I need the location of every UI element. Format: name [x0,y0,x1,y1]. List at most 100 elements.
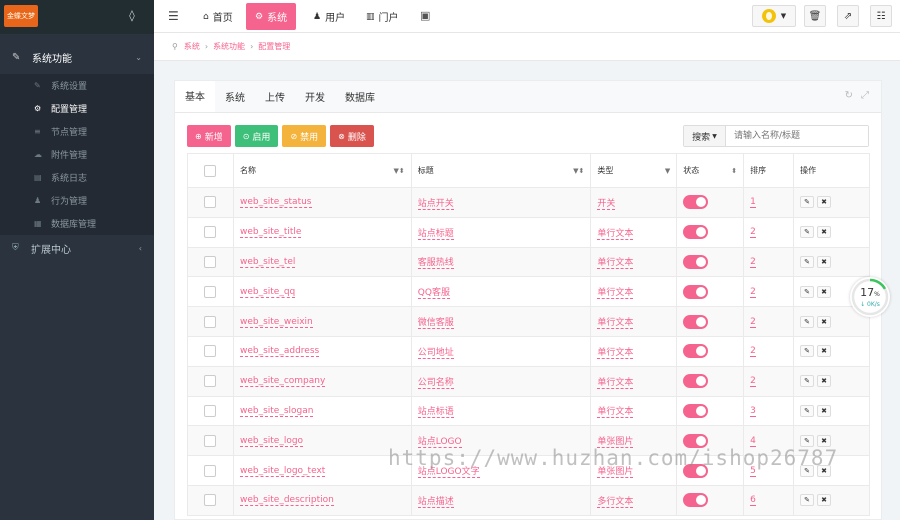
config-title-editable[interactable]: 客服热线 [417,258,454,270]
settings-panel-button[interactable]: ☷ [870,5,892,27]
tab-basic[interactable]: 基本 [175,81,215,112]
row-checkbox[interactable] [204,315,216,328]
open-site-button[interactable]: ⇗ [837,5,859,27]
config-title-editable[interactable]: 公司地址 [417,347,454,359]
fullscreen-icon[interactable]: ⤢ [861,90,869,101]
menu-toggle-icon[interactable]: ☰ [168,9,179,23]
config-name-link[interactable]: web_site_tel [239,256,296,268]
sidebar-group-extension[interactable]: ⛨ 扩展中心 ‹ [0,235,154,261]
sort-icon[interactable]: ⬍ [731,167,737,175]
config-name-link[interactable]: web_site_logo [239,435,304,447]
config-name-link[interactable]: web_site_company [239,376,326,388]
breadcrumb-item[interactable]: 系统功能 [213,41,245,52]
delete-icon[interactable]: ✖ [817,375,832,388]
config-title-editable[interactable]: 站点描述 [417,496,454,508]
logo[interactable]: 金蝶文梦 [4,5,38,27]
grid-icon[interactable]: ▣ [420,9,430,22]
config-name-link[interactable]: web_site_qq [239,286,296,298]
edit-icon[interactable]: ✎ [800,434,815,447]
edit-icon[interactable]: ✎ [800,226,815,239]
disable-button[interactable]: ⊘ 禁用 [282,125,327,147]
delete-icon[interactable]: ✖ [817,255,832,268]
sort-editable[interactable]: 2 [750,286,756,298]
nav-users[interactable]: ♟ 用户 [304,3,354,30]
config-type-editable[interactable]: 单行文本 [597,288,634,300]
status-toggle[interactable] [683,254,709,269]
sort-editable[interactable]: 3 [750,405,756,417]
breadcrumb-item[interactable]: 配置管理 [258,41,290,52]
nav-home[interactable]: ⌂ 首页 [194,3,242,30]
delete-icon[interactable]: ✖ [817,404,832,417]
edit-icon[interactable]: ✎ [800,315,815,328]
config-type-editable[interactable]: 单行文本 [597,407,634,419]
sidebar-item-settings[interactable]: ✎ 系统设置 [0,74,154,97]
edit-icon[interactable]: ✎ [800,196,815,209]
sidebar-item-behavior[interactable]: ♟ 行为管理 [0,189,154,212]
user-menu-button[interactable]: ▼ [752,5,796,27]
col-status[interactable]: 状态 ⬍ [676,153,745,188]
config-title-editable[interactable]: 站点标语 [417,407,454,419]
col-name[interactable]: 名称 ▼⬍ [232,153,412,188]
edit-icon[interactable]: ✎ [800,255,815,268]
delete-icon[interactable]: ✖ [817,345,832,358]
status-toggle[interactable] [683,374,709,389]
config-type-editable[interactable]: 单行文本 [597,258,634,270]
sidebar-item-config[interactable]: ⚙ 配置管理 [0,97,154,120]
row-checkbox[interactable] [204,494,216,507]
sort-editable[interactable]: 6 [750,495,756,507]
tab-upload[interactable]: 上传 [255,81,295,112]
row-checkbox[interactable] [204,196,216,209]
config-type-editable[interactable]: 单行文本 [597,347,634,359]
config-title-editable[interactable]: 公司名称 [417,377,454,389]
delete-button[interactable]: ⊗ 删除 [330,125,374,147]
search-input[interactable] [726,126,868,146]
row-checkbox[interactable] [204,345,216,358]
config-name-link[interactable]: web_site_address [239,346,320,358]
config-name-link[interactable]: web_site_status [239,197,312,209]
row-checkbox[interactable] [204,404,216,417]
config-title-editable[interactable]: 微信客服 [417,318,454,330]
col-type[interactable]: 类型 ▼ [590,153,678,188]
config-name-link[interactable]: web_site_slogan [239,405,314,417]
sort-editable[interactable]: 2 [750,227,756,239]
filter-sort-icon[interactable]: ▼⬍ [394,167,405,175]
edit-icon[interactable]: ✎ [800,375,815,388]
sort-editable[interactable]: 1 [750,197,756,209]
config-type-editable[interactable]: 开关 [597,198,616,210]
status-toggle[interactable] [683,225,709,240]
add-button[interactable]: ⊕ 新增 [187,125,231,147]
tab-develop[interactable]: 开发 [295,81,335,112]
row-checkbox[interactable] [204,375,216,388]
row-checkbox[interactable] [204,285,216,298]
delete-icon[interactable]: ✖ [817,226,832,239]
status-toggle[interactable] [683,493,709,508]
water-drop-icon[interactable]: ◊ [126,10,138,22]
delete-icon[interactable]: ✖ [817,434,832,447]
search-field-select[interactable]: 搜索 ▼ [684,126,726,146]
sort-editable[interactable]: 2 [750,376,756,388]
delete-icon[interactable]: ✖ [817,494,832,507]
edit-icon[interactable]: ✎ [800,494,815,507]
config-type-editable[interactable]: 单行文本 [597,377,634,389]
edit-icon[interactable]: ✎ [800,404,815,417]
status-toggle[interactable] [683,195,709,210]
nav-portal[interactable]: ▥ 门户 [357,3,408,30]
row-checkbox[interactable] [204,464,216,477]
network-progress-widget[interactable]: 17% ↓ 0K/s [850,277,890,317]
col-title[interactable]: 标题 ▼⬍ [410,153,592,188]
clear-cache-button[interactable]: 🗑 [804,5,826,27]
row-checkbox[interactable] [204,226,216,239]
config-name-link[interactable]: web_site_logo_text [239,465,326,477]
col-sort[interactable]: 排序 [743,153,795,188]
delete-icon[interactable]: ✖ [817,196,832,209]
config-title-editable[interactable]: QQ客服 [417,288,450,300]
status-toggle[interactable] [683,314,709,329]
config-name-link[interactable]: web_site_title [239,227,302,239]
refresh-icon[interactable]: ↻ [845,90,853,101]
filter-icon[interactable]: ▼ [665,167,670,175]
edit-icon[interactable]: ✎ [800,345,815,358]
filter-sort-icon[interactable]: ▼⬍ [573,167,584,175]
sort-editable[interactable]: 2 [750,256,756,268]
select-all-checkbox[interactable] [204,164,216,177]
config-name-link[interactable]: web_site_description [239,495,334,507]
